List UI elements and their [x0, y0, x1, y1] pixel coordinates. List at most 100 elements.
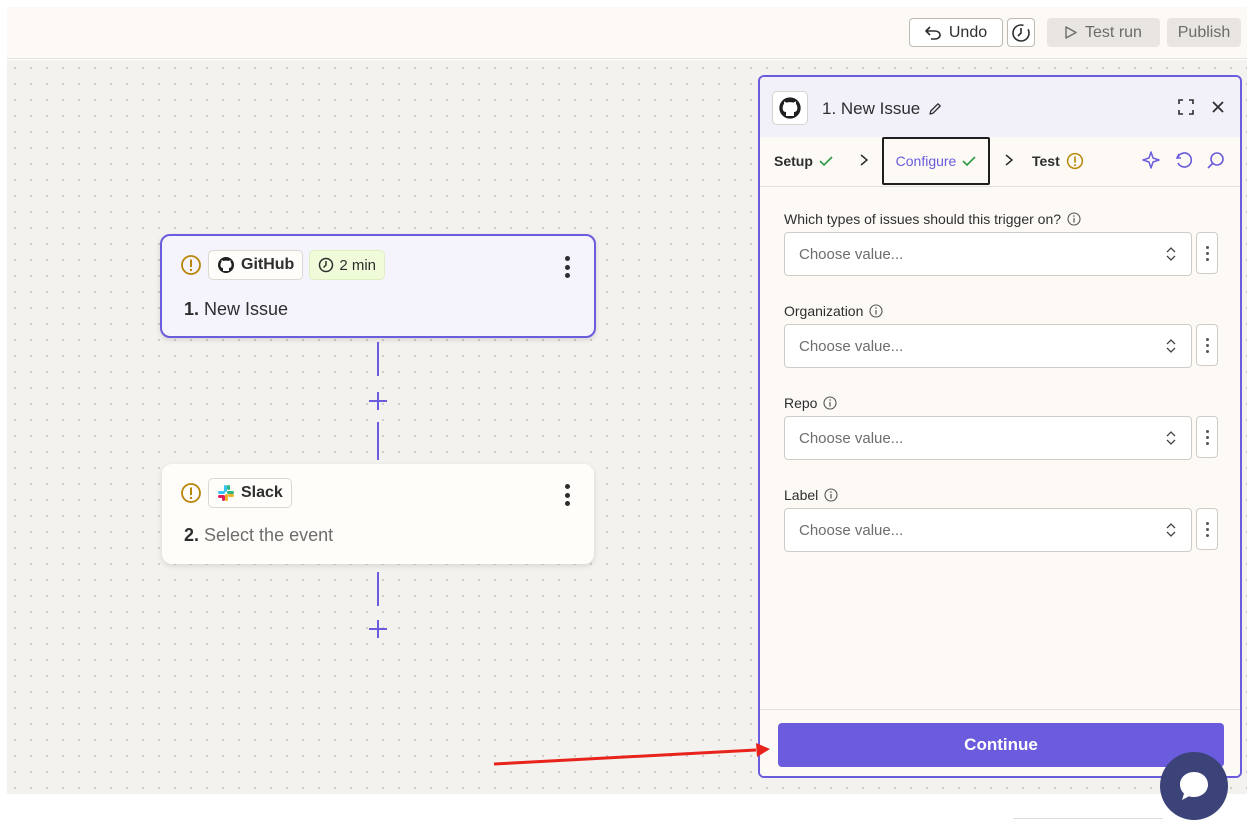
undo-button[interactable]: Undo	[909, 18, 1003, 47]
step-menu-button[interactable]	[564, 256, 570, 278]
repo-select[interactable]: Choose value...	[784, 416, 1192, 460]
annotation-arrow-icon	[493, 743, 770, 766]
tab-setup[interactable]: Setup	[774, 137, 833, 185]
add-step-plus-icon[interactable]	[367, 390, 389, 412]
info-icon[interactable]	[824, 488, 838, 502]
step-card-header: Slack	[180, 478, 292, 508]
select-placeholder: Choose value...	[799, 337, 904, 355]
search-icon[interactable]	[1206, 150, 1226, 170]
field-label-filter: Label Choose value...	[784, 483, 1220, 575]
chevron-right-icon	[860, 154, 869, 166]
publish-label: Publish	[1177, 23, 1231, 41]
panel-title-text: 1. New Issue	[822, 99, 921, 118]
refresh-icon[interactable]	[1174, 150, 1194, 170]
field-organization: Organization Choose value...	[784, 299, 1220, 391]
panel-tabs: Setup Configure Test	[760, 137, 1240, 187]
field-label: Which types of issues should this trigge…	[784, 207, 1220, 231]
app-name: Slack	[241, 484, 283, 501]
step-title: 1. New Issue	[184, 299, 288, 320]
connector-line	[377, 342, 379, 376]
panel-title[interactable]: 1. New Issue	[822, 99, 942, 119]
check-icon	[962, 156, 976, 167]
sort-caret-icon	[1166, 523, 1176, 537]
page-edge	[1013, 818, 1163, 824]
connector-line	[377, 572, 379, 606]
info-icon[interactable]	[823, 396, 838, 410]
field-row: Choose value...	[784, 324, 1220, 368]
panel-header: 1. New Issue	[760, 77, 1240, 137]
field-label-text: Label	[784, 487, 819, 503]
test-run-label: Test run	[1085, 23, 1142, 41]
field-issue-types: Which types of issues should this trigge…	[784, 207, 1220, 299]
field-options-button[interactable]	[1196, 416, 1218, 458]
select-placeholder: Choose value...	[799, 245, 904, 263]
undo-label: Undo	[948, 23, 988, 41]
undo-icon	[925, 25, 941, 40]
tab-configure[interactable]: Configure	[882, 137, 990, 185]
field-label: Repo	[784, 391, 1220, 415]
tab-label: Test	[1032, 153, 1060, 169]
field-repo: Repo Choose value...	[784, 391, 1220, 483]
warning-icon	[180, 254, 202, 276]
field-label-text: Repo	[784, 395, 818, 411]
field-options-button[interactable]	[1196, 232, 1218, 274]
chat-support-button[interactable]	[1160, 752, 1228, 820]
continue-button[interactable]: Continue	[778, 723, 1224, 767]
pencil-icon[interactable]	[928, 102, 942, 116]
clock-icon	[319, 257, 334, 273]
step-title: 2. Select the event	[184, 525, 333, 546]
warning-icon	[1066, 152, 1083, 170]
field-options-button[interactable]	[1196, 324, 1218, 366]
step-menu-button[interactable]	[564, 484, 570, 506]
github-logo	[772, 91, 808, 125]
check-icon	[819, 156, 833, 167]
select-placeholder: Choose value...	[799, 521, 904, 539]
label-select[interactable]: Choose value...	[784, 508, 1192, 552]
field-options-button[interactable]	[1196, 508, 1218, 550]
issue-types-select[interactable]: Choose value...	[784, 232, 1192, 276]
sort-caret-icon	[1166, 431, 1176, 445]
connector-line	[377, 422, 379, 460]
info-icon[interactable]	[869, 304, 883, 318]
step-card-trigger[interactable]: GitHub 2 min 1. New Issue	[160, 234, 596, 338]
field-label: Organization	[784, 299, 1220, 323]
configure-form: Which types of issues should this trigge…	[784, 207, 1220, 575]
chat-bubble-icon	[1180, 772, 1208, 800]
polling-interval-badge: 2 min	[309, 250, 386, 280]
step-event: New Issue	[204, 299, 289, 319]
continue-label: Continue	[964, 735, 1038, 754]
organization-select[interactable]: Choose value...	[784, 324, 1192, 368]
tab-label: Configure	[895, 153, 957, 169]
sort-caret-icon	[1166, 247, 1176, 261]
add-step-plus-icon[interactable]	[367, 618, 389, 640]
warning-icon	[180, 482, 202, 504]
step-number: 1.	[184, 299, 200, 319]
editor-toolbar: Undo Test run Publish	[7, 7, 1247, 59]
tab-test[interactable]: Test	[1032, 137, 1084, 185]
step-card-action[interactable]: Slack 2. Select the event	[162, 464, 594, 564]
info-icon[interactable]	[1067, 212, 1081, 226]
step-event: Select the event	[204, 525, 334, 545]
field-row: Choose value...	[784, 232, 1220, 276]
play-icon	[1065, 26, 1077, 39]
github-icon	[779, 97, 801, 119]
github-icon	[218, 257, 234, 273]
sort-caret-icon	[1166, 339, 1176, 353]
select-placeholder: Choose value...	[799, 429, 904, 447]
test-run-button[interactable]: Test run	[1047, 18, 1160, 47]
panel-tools	[1142, 150, 1226, 170]
field-row: Choose value...	[784, 508, 1220, 552]
slack-icon	[218, 485, 234, 501]
field-label-text: Which types of issues should this trigge…	[784, 211, 1062, 227]
step-config-panel: 1. New Issue Setup Configure Test Which …	[758, 75, 1242, 778]
sparkle-icon[interactable]	[1142, 150, 1162, 170]
step-number: 2.	[184, 525, 200, 545]
app-chip-github: GitHub	[208, 250, 304, 280]
publish-button[interactable]: Publish	[1167, 18, 1241, 47]
close-icon[interactable]	[1210, 99, 1226, 115]
polling-interval: 2 min	[339, 256, 377, 274]
history-icon	[1012, 23, 1030, 42]
version-history-button[interactable]	[1007, 18, 1035, 47]
expand-icon[interactable]	[1177, 98, 1195, 116]
tab-label: Setup	[774, 153, 813, 169]
